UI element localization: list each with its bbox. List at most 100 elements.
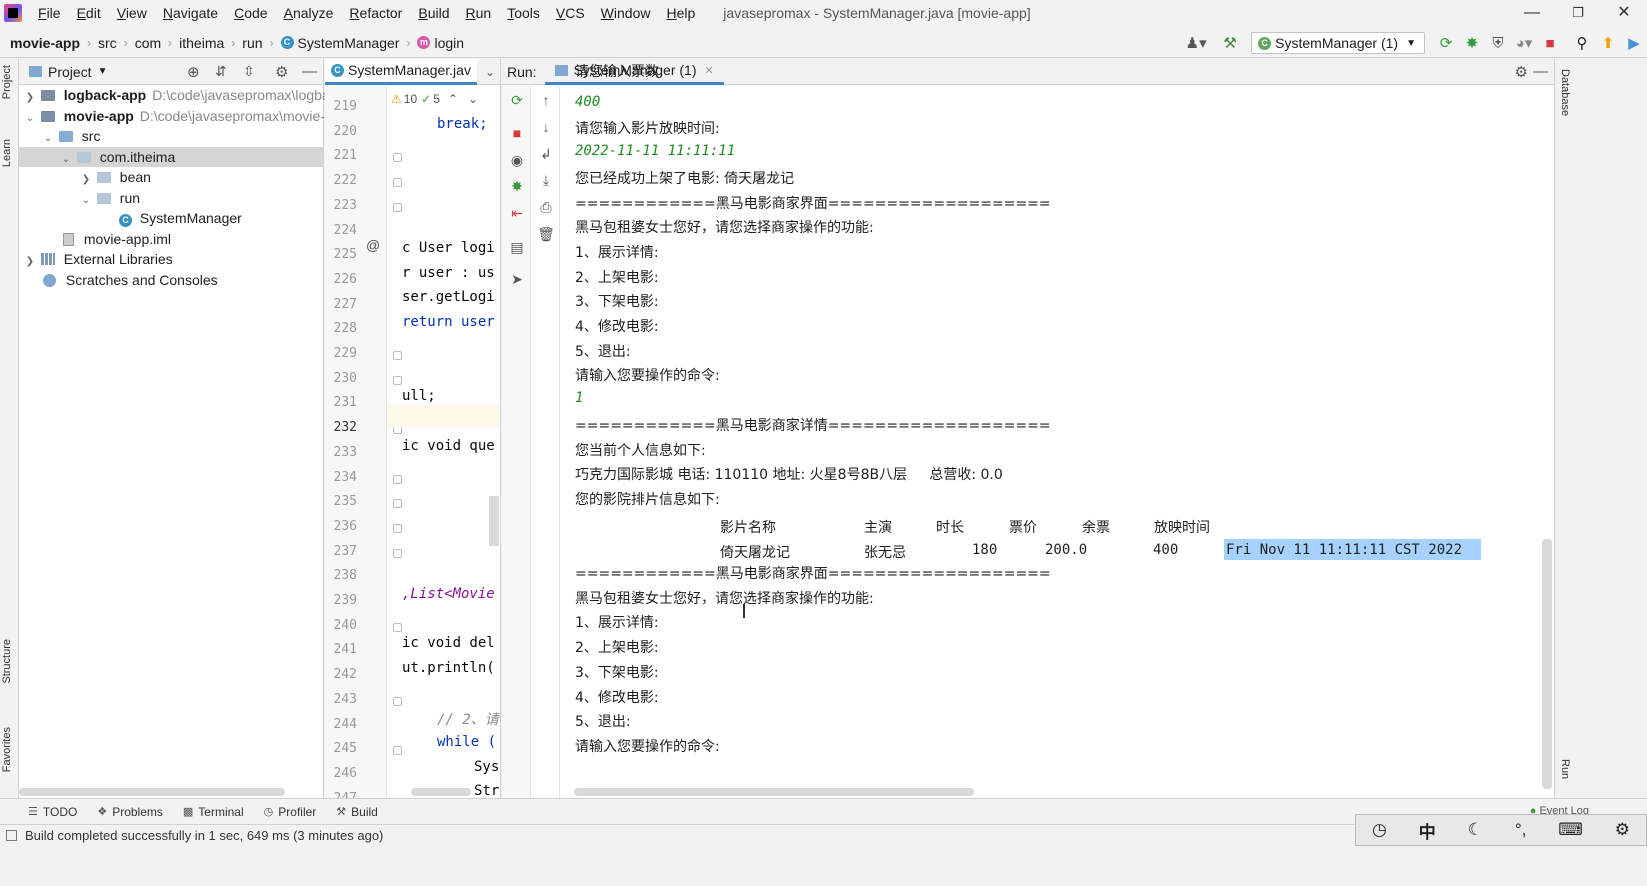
breadcrumb-movie-app[interactable]: movie-app (8, 35, 82, 51)
todo-tab[interactable]: ☰ TODO (28, 805, 77, 819)
code-line[interactable]: ull; (402, 388, 436, 404)
gear-icon[interactable]: ⚙ (1615, 820, 1630, 840)
console-vertical-scrollbar[interactable] (1542, 539, 1552, 789)
breadcrumb-run[interactable]: run (240, 35, 264, 51)
code-line[interactable]: // 2、请 (437, 709, 499, 729)
fold-marker-icon[interactable] (393, 202, 402, 212)
run-configuration-select[interactable]: C SystemManager (1) ▼ (1251, 32, 1425, 54)
scroll-to-end-icon[interactable]: ⤓ (537, 172, 555, 189)
editor-scrollbar-thumb[interactable] (489, 496, 499, 546)
profiler-tab[interactable]: ◷ Profiler (264, 805, 317, 819)
ime-indicator[interactable]: 中 (1419, 818, 1436, 843)
chevron-up-icon[interactable]: ⌃ (448, 92, 458, 106)
terminal-tab[interactable]: ▩ Terminal (183, 805, 244, 819)
tree-item-run[interactable]: ⌄ run (19, 188, 324, 208)
tree-item-logback-app[interactable]: ❯ logback-app D:\code\javasepromax\logba (19, 85, 330, 105)
tree-item-systemmanager[interactable]: C SystemManager (19, 208, 324, 228)
rerun-icon[interactable]: ⟳ (1433, 34, 1459, 52)
hide-panel-icon[interactable]: — (302, 63, 317, 80)
breadcrumb-systemmanager[interactable]: C SystemManager (279, 35, 402, 51)
jetbrains-icon[interactable]: ▶ (1621, 34, 1647, 52)
pin-icon[interactable]: ➤ (508, 271, 526, 288)
menu-help[interactable]: Help (658, 0, 703, 26)
status-toggle-icon[interactable] (6, 830, 17, 841)
expand-all-icon[interactable]: ⇵ (215, 63, 227, 80)
menu-tools[interactable]: Tools (499, 0, 548, 26)
tree-item-bean[interactable]: ❯ bean (19, 167, 324, 187)
tree-item-scratches[interactable]: Scratches and Consoles (19, 270, 324, 290)
fold-marker-icon[interactable] (393, 351, 402, 360)
code-line[interactable]: return user (402, 314, 495, 330)
fold-marker-icon[interactable] (393, 696, 402, 706)
fold-marker-icon[interactable] (393, 153, 402, 163)
debug-bug-icon[interactable]: ✸ (1459, 34, 1485, 52)
code-line[interactable]: ic void del (402, 635, 495, 651)
locate-icon[interactable]: ⊕ (187, 63, 200, 81)
fold-marker-icon[interactable] (393, 622, 402, 632)
restore-icon[interactable]: ❐ (1555, 0, 1601, 26)
arrow-up-icon[interactable]: ↑ (537, 92, 555, 108)
fold-marker-icon[interactable] (393, 474, 402, 484)
code-line[interactable]: ic void que (402, 438, 495, 454)
coverage-icon[interactable]: ⛨ (1485, 35, 1511, 52)
menu-run[interactable]: Run (457, 0, 499, 26)
run-tool-tab[interactable]: Run (1559, 759, 1571, 779)
menu-window[interactable]: Window (593, 0, 659, 26)
stop-icon[interactable]: ■ (1537, 35, 1563, 52)
gauge-icon[interactable]: ◷ (1372, 820, 1387, 840)
override-icon[interactable]: @ (366, 237, 380, 253)
fold-marker-icon[interactable] (393, 523, 402, 533)
menu-edit[interactable]: Edit (69, 0, 109, 26)
update-icon[interactable]: ⬆ (1595, 34, 1621, 52)
tree-item-movie-app[interactable]: ⌄ movie-app D:\code\javasepromax\movie-a (19, 106, 333, 126)
punctuation-icon[interactable]: °, (1515, 820, 1527, 840)
breadcrumb-itheima[interactable]: itheima (177, 35, 226, 51)
menu-build[interactable]: Build (410, 0, 457, 26)
menu-code[interactable]: Code (226, 0, 275, 26)
code-line[interactable]: ut.println( (402, 660, 495, 676)
project-tool-tab[interactable]: Project (1, 65, 13, 99)
rerun-icon[interactable]: ⟳ (508, 92, 526, 109)
fold-marker-icon[interactable] (393, 178, 402, 188)
breadcrumb-com[interactable]: com (133, 35, 163, 51)
build-hammer-icon[interactable]: ⚒ (1217, 34, 1243, 52)
tree-item-external-libraries[interactable]: ❯ External Libraries (19, 249, 324, 269)
gear-icon[interactable]: ⚙ (275, 63, 288, 81)
fold-marker-icon[interactable] (393, 375, 402, 385)
favorites-tool-tab[interactable]: Favorites (1, 727, 13, 772)
exit-icon[interactable]: ⇤ (508, 205, 526, 222)
close-tab-icon[interactable]: ✕ (705, 64, 714, 77)
code-line[interactable]: Str (474, 783, 499, 798)
camera-icon[interactable]: ◉ (508, 152, 526, 169)
inspection-widget[interactable]: ⚠ 10 ✓ 5 ⌃ ⌄ (391, 92, 478, 106)
chevron-down-icon[interactable]: ⌄ (468, 92, 478, 106)
soft-wrap-icon[interactable]: ↲ (537, 146, 555, 163)
print-icon[interactable]: ⎙ (537, 199, 555, 216)
menu-navigate[interactable]: Navigate (155, 0, 226, 26)
console-table-cell-selected[interactable]: Fri Nov 11 11:11:11 CST 2022 (1226, 542, 1462, 558)
menu-vcs[interactable]: VCS (548, 0, 593, 26)
fold-marker-icon[interactable] (393, 746, 402, 756)
menu-file[interactable]: File (30, 0, 69, 26)
project-view-select[interactable]: Project (48, 64, 92, 80)
gear-icon[interactable]: ⚙ (1515, 63, 1528, 81)
editor-horizontal-scrollbar[interactable] (411, 788, 471, 796)
breadcrumb-src[interactable]: src (96, 35, 119, 51)
structure-tool-tab[interactable]: Structure (1, 639, 13, 684)
editor-tab-systemmanager[interactable]: C SystemManager.jav (325, 59, 477, 85)
hide-panel-icon[interactable]: — (1533, 63, 1548, 80)
tree-item-movie-app-iml[interactable]: movie-app.iml (19, 229, 324, 249)
code-line[interactable]: c User logi (402, 240, 495, 256)
horizontal-scrollbar[interactable] (19, 788, 285, 796)
close-icon[interactable]: ✕ (1601, 0, 1647, 26)
tree-item-src[interactable]: ⌄ src (19, 126, 324, 146)
chevron-right-icon[interactable]: ❯ (79, 170, 93, 190)
code-line[interactable]: ser.getLogi (402, 289, 495, 305)
profile-icon[interactable]: ◕▾ (1511, 34, 1537, 52)
chevron-down-icon[interactable]: ▼ (98, 66, 108, 77)
code-line[interactable]: Sys (474, 759, 499, 775)
arrow-down-icon[interactable]: ↓ (537, 119, 555, 135)
keyboard-icon[interactable]: ⌨ (1558, 820, 1583, 840)
user-icon[interactable]: ♟▾ (1183, 34, 1209, 52)
fold-marker-icon[interactable] (393, 499, 402, 509)
